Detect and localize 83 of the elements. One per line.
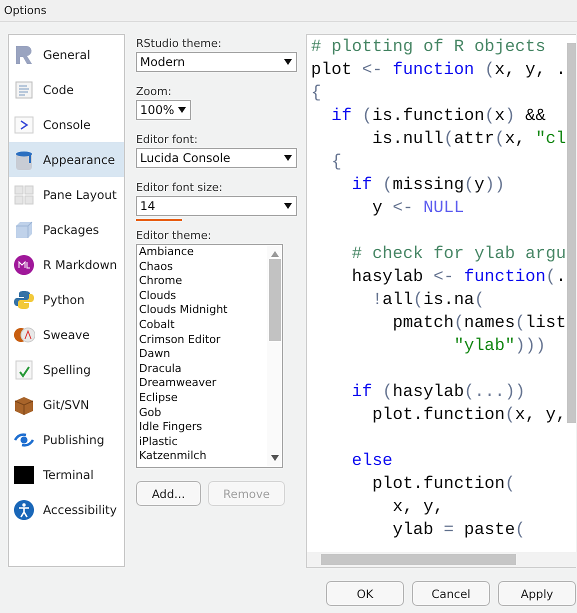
code-line: pmatch(names(list: [392, 313, 568, 335]
code-line: "ylab"))): [452, 336, 547, 358]
scroll-up-icon: [270, 251, 278, 257]
logo-icon: [13, 44, 35, 66]
sidebar-item[interactable]: Git/SVN: [9, 387, 124, 422]
dropdown[interactable]: Modern: [136, 52, 297, 72]
sidebar-item[interactable]: R Markdown: [9, 247, 124, 282]
scrollbar[interactable]: [307, 552, 576, 567]
list-item[interactable]: Chaos: [139, 260, 267, 274]
list-item[interactable]: Gob: [139, 406, 267, 420]
sidebar-item[interactable]: Python: [9, 282, 124, 317]
list-item[interactable]: Cobalt: [139, 318, 267, 333]
field-label: Editor font size:: [136, 181, 224, 194]
dropdown[interactable]: 14: [136, 196, 297, 216]
sidebar-item[interactable]: Appearance: [9, 142, 124, 177]
terminal-icon: [13, 464, 35, 486]
document-icon: [13, 78, 35, 100]
field-label: Zoom:: [136, 85, 172, 98]
dialog-button[interactable]: Apply: [498, 581, 576, 606]
field-label: Editor font:: [136, 133, 199, 146]
sidebar-item[interactable]: Pane Layout: [9, 177, 124, 212]
list-item[interactable]: Dreamweaver: [139, 376, 267, 391]
list-item[interactable]: iPlastic: [139, 434, 267, 450]
accessibility-icon: [13, 498, 35, 520]
code-line: !all(is.na(: [371, 290, 486, 312]
scrollbar-thumb[interactable]: [567, 43, 576, 423]
python-icon: [13, 288, 35, 310]
list-item[interactable]: Ambiance: [139, 245, 267, 260]
dialog-button[interactable]: Cancel: [412, 581, 490, 606]
code-line: else: [350, 451, 394, 473]
sidebar-item[interactable]: Packages: [9, 212, 124, 247]
code-line: hasylab <- function(.: [350, 267, 568, 289]
code-line: x, y,: [392, 497, 445, 519]
code-line: y <- NULL: [371, 198, 466, 220]
list-item[interactable]: Eclipse: [139, 390, 267, 406]
cube-icon: [13, 218, 35, 240]
dropdown[interactable]: Lucida Console: [136, 148, 297, 168]
code-line: ylab = paste(: [392, 520, 526, 542]
sidebar-item[interactable]: Sweave: [9, 317, 124, 352]
sidebar-item[interactable]: Spelling: [9, 352, 124, 387]
code-line: plot.function(x, y,: [371, 405, 568, 427]
prompt-icon: [13, 114, 35, 136]
paint-bucket-icon: [13, 148, 35, 170]
list-item[interactable]: Clouds Midnight: [139, 303, 267, 318]
sidebar-item[interactable]: Console: [9, 107, 124, 142]
spellcheck-icon: [13, 358, 35, 380]
scrollbar[interactable]: [267, 245, 282, 467]
code-line: if (missing(y)): [350, 175, 506, 197]
window-title: Options: [4, 4, 46, 17]
markdown-icon: [13, 254, 35, 276]
scroll-down-icon: [270, 455, 278, 461]
layout-icon: [13, 184, 35, 206]
code-line: # check for ylab argu: [350, 244, 568, 266]
sidebar-item[interactable]: Code: [9, 72, 124, 107]
caret-icon: [284, 155, 292, 161]
code-line: {: [330, 152, 343, 174]
sidebar-item[interactable]: General: [9, 37, 124, 72]
field-label: RStudio theme:: [136, 37, 222, 50]
dropdown[interactable]: 100%: [136, 100, 191, 120]
list-item[interactable]: Idle Fingers: [139, 420, 267, 435]
sidebar-item[interactable]: Accessibility: [9, 492, 124, 527]
list-item[interactable]: Chrome: [139, 274, 267, 289]
field-label: Editor theme:: [136, 229, 212, 242]
code-line: is.null(attr(x, "cl: [371, 129, 568, 151]
code-line: plot <- function (x, y, .: [311, 60, 568, 82]
caret-icon: [284, 59, 292, 65]
list-item[interactable]: Clouds: [139, 288, 267, 304]
dialog-button[interactable]: OK: [326, 581, 404, 606]
list-item[interactable]: Dracula: [139, 362, 267, 376]
code-line: if (hasylab(...)): [350, 382, 526, 404]
caret-icon: [178, 107, 186, 113]
caret-icon: [284, 203, 292, 209]
list-item[interactable]: Katzenmilch: [139, 449, 267, 464]
code-line: {: [311, 83, 322, 105]
code-line: if (is.function(x) &&: [330, 106, 547, 128]
theme-button[interactable]: Add...: [136, 481, 201, 506]
focus-underline: [136, 219, 182, 221]
code-line: plot.function(: [371, 474, 516, 496]
list-item[interactable]: Crimson Editor: [139, 332, 267, 348]
code-line: # plotting of R objects: [311, 37, 547, 59]
sidebar-item[interactable]: Publishing: [9, 422, 124, 457]
sidebar-item[interactable]: Terminal: [9, 457, 124, 492]
list-item[interactable]: Dawn: [139, 347, 267, 362]
